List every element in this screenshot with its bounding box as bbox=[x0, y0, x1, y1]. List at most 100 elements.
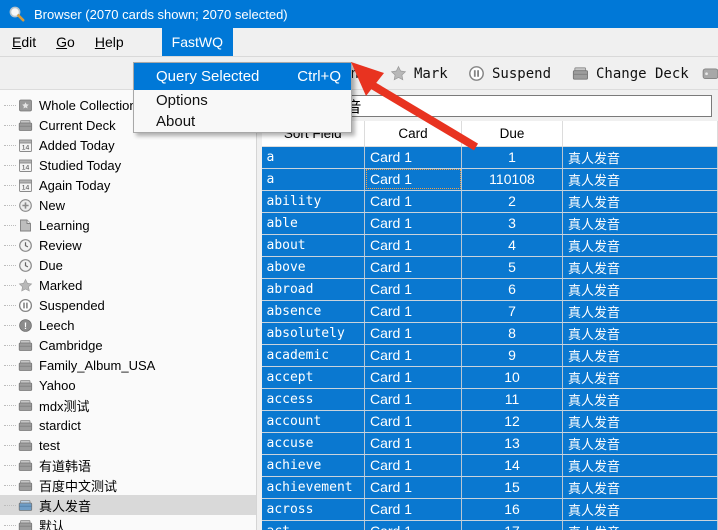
cell-due[interactable]: 14 bbox=[462, 454, 563, 476]
sidebar-item-suspended[interactable]: Suspended bbox=[0, 295, 256, 315]
cell-sort[interactable]: achieve bbox=[262, 454, 365, 476]
cell-card[interactable]: Card 1 bbox=[365, 498, 462, 520]
table-row[interactable]: acrossCard 116真人发音 bbox=[262, 498, 718, 520]
sidebar-item-百度中文测试[interactable]: 百度中文测试 bbox=[0, 475, 256, 495]
cell-card[interactable]: Card 1 bbox=[365, 300, 462, 322]
cell-sort[interactable]: above bbox=[262, 256, 365, 278]
toolbar-mark-button[interactable]: Mark bbox=[390, 57, 448, 90]
cell-sort[interactable]: about bbox=[262, 234, 365, 256]
table-row[interactable]: abroadCard 16真人发音 bbox=[262, 278, 718, 300]
toolbar-suspend-button[interactable]: Suspend bbox=[468, 57, 551, 90]
cell-deck[interactable]: 真人发音 bbox=[563, 388, 718, 410]
menu-edit[interactable]: Edit bbox=[2, 28, 46, 56]
table-row[interactable]: abilityCard 12真人发音 bbox=[262, 190, 718, 212]
cell-sort[interactable]: absolutely bbox=[262, 322, 365, 344]
cell-deck[interactable]: 真人发音 bbox=[563, 300, 718, 322]
table-row[interactable]: actCard 117真人发音 bbox=[262, 520, 718, 530]
cell-deck[interactable]: 真人发音 bbox=[563, 190, 718, 212]
sidebar-item-studied-today[interactable]: 14Studied Today bbox=[0, 155, 256, 175]
sidebar-item-默认[interactable]: 默认 bbox=[0, 515, 256, 530]
cell-due[interactable]: 16 bbox=[462, 498, 563, 520]
cell-sort[interactable]: accuse bbox=[262, 432, 365, 454]
sidebar-item-again-today[interactable]: 14Again Today bbox=[0, 175, 256, 195]
sidebar-item-真人发音[interactable]: 真人发音 bbox=[0, 495, 256, 515]
cell-due[interactable]: 6 bbox=[462, 278, 563, 300]
sidebar-item-marked[interactable]: Marked bbox=[0, 275, 256, 295]
cell-card[interactable]: Card 1 bbox=[365, 388, 462, 410]
sidebar-item-cambridge[interactable]: Cambridge bbox=[0, 335, 256, 355]
table-row[interactable]: accuseCard 113真人发音 bbox=[262, 432, 718, 454]
table-row[interactable]: accountCard 112真人发音 bbox=[262, 410, 718, 432]
sidebar-item-yahoo[interactable]: Yahoo bbox=[0, 375, 256, 395]
cell-sort[interactable]: account bbox=[262, 410, 365, 432]
cell-due[interactable]: 17 bbox=[462, 520, 563, 530]
cell-due[interactable]: 15 bbox=[462, 476, 563, 498]
cell-deck[interactable]: 真人发音 bbox=[563, 498, 718, 520]
cell-due[interactable]: 3 bbox=[462, 212, 563, 234]
cell-deck[interactable]: 真人发音 bbox=[563, 278, 718, 300]
cell-sort[interactable]: absence bbox=[262, 300, 365, 322]
column-header-due[interactable]: Due bbox=[462, 121, 563, 146]
sidebar-item-test[interactable]: test bbox=[0, 435, 256, 455]
cell-card[interactable]: Card 1 bbox=[365, 212, 462, 234]
cell-card[interactable]: Card 1 bbox=[365, 432, 462, 454]
cell-sort[interactable]: a bbox=[262, 168, 365, 190]
cell-due[interactable]: 12 bbox=[462, 410, 563, 432]
cell-sort[interactable]: accept bbox=[262, 366, 365, 388]
sidebar-item-family-album-usa[interactable]: Family_Album_USA bbox=[0, 355, 256, 375]
cell-sort[interactable]: achievement bbox=[262, 476, 365, 498]
table-row[interactable]: aCard 1110108真人发音 bbox=[262, 168, 718, 190]
cell-due[interactable]: 110108 bbox=[462, 168, 563, 190]
cell-card[interactable]: Card 1 bbox=[365, 454, 462, 476]
cell-deck[interactable]: 真人发音 bbox=[563, 366, 718, 388]
cell-sort[interactable]: able bbox=[262, 212, 365, 234]
sidebar-item-stardict[interactable]: stardict bbox=[0, 415, 256, 435]
menu-item-query-selected[interactable]: Query SelectedCtrl+Q bbox=[134, 63, 351, 90]
table-row[interactable]: acceptCard 110真人发音 bbox=[262, 366, 718, 388]
sidebar-item-review[interactable]: Review bbox=[0, 235, 256, 255]
cell-due[interactable]: 5 bbox=[462, 256, 563, 278]
table-row[interactable]: ableCard 13真人发音 bbox=[262, 212, 718, 234]
sidebar-item-added-today[interactable]: 14Added Today bbox=[0, 135, 256, 155]
cell-card[interactable]: Card 1 bbox=[365, 366, 462, 388]
cell-card[interactable]: Card 1 bbox=[365, 344, 462, 366]
menu-fastwq[interactable]: FastWQ bbox=[162, 28, 233, 56]
cell-deck[interactable]: 真人发音 bbox=[563, 322, 718, 344]
cell-due[interactable]: 13 bbox=[462, 432, 563, 454]
sidebar-item-有道韩语[interactable]: 有道韩语 bbox=[0, 455, 256, 475]
toolbar-change-deck-button[interactable]: Change Deck bbox=[572, 57, 689, 90]
sidebar-item-new[interactable]: New bbox=[0, 195, 256, 215]
table-row[interactable]: absenceCard 17真人发音 bbox=[262, 300, 718, 322]
table-row[interactable]: achieveCard 114真人发音 bbox=[262, 454, 718, 476]
menu-go[interactable]: Go bbox=[46, 28, 85, 56]
sidebar-item-mdx测试[interactable]: mdx测试 bbox=[0, 395, 256, 415]
cell-sort[interactable]: abroad bbox=[262, 278, 365, 300]
column-header-deck[interactable] bbox=[563, 121, 718, 146]
cell-sort[interactable]: academic bbox=[262, 344, 365, 366]
cell-sort[interactable]: ability bbox=[262, 190, 365, 212]
cell-card[interactable]: Card 1 bbox=[365, 234, 462, 256]
cell-card[interactable]: Card 1 bbox=[365, 256, 462, 278]
menu-item-options[interactable]: Options bbox=[134, 90, 351, 111]
cell-deck[interactable]: 真人发音 bbox=[563, 476, 718, 498]
cell-card[interactable]: Card 1 bbox=[365, 190, 462, 212]
cell-card[interactable]: Card 1 bbox=[365, 278, 462, 300]
cell-deck[interactable]: 真人发音 bbox=[563, 454, 718, 476]
cell-deck[interactable]: 真人发音 bbox=[563, 520, 718, 530]
sidebar-item-due[interactable]: Due bbox=[0, 255, 256, 275]
cell-sort[interactable]: across bbox=[262, 498, 365, 520]
cell-card[interactable]: Card 1 bbox=[365, 410, 462, 432]
cell-card[interactable]: Card 1 bbox=[365, 520, 462, 530]
cell-due[interactable]: 2 bbox=[462, 190, 563, 212]
table-row[interactable]: accessCard 111真人发音 bbox=[262, 388, 718, 410]
cell-deck[interactable]: 真人发音 bbox=[563, 146, 718, 168]
menu-item-about[interactable]: About bbox=[134, 111, 351, 132]
cell-sort[interactable]: act bbox=[262, 520, 365, 530]
cell-deck[interactable]: 真人发音 bbox=[563, 432, 718, 454]
cell-card[interactable]: Card 1 bbox=[365, 322, 462, 344]
column-header-card[interactable]: Card bbox=[365, 121, 462, 146]
table-row[interactable]: absolutelyCard 18真人发音 bbox=[262, 322, 718, 344]
sidebar-item-leech[interactable]: !Leech bbox=[0, 315, 256, 335]
table-row[interactable]: aboutCard 14真人发音 bbox=[262, 234, 718, 256]
cell-due[interactable]: 4 bbox=[462, 234, 563, 256]
